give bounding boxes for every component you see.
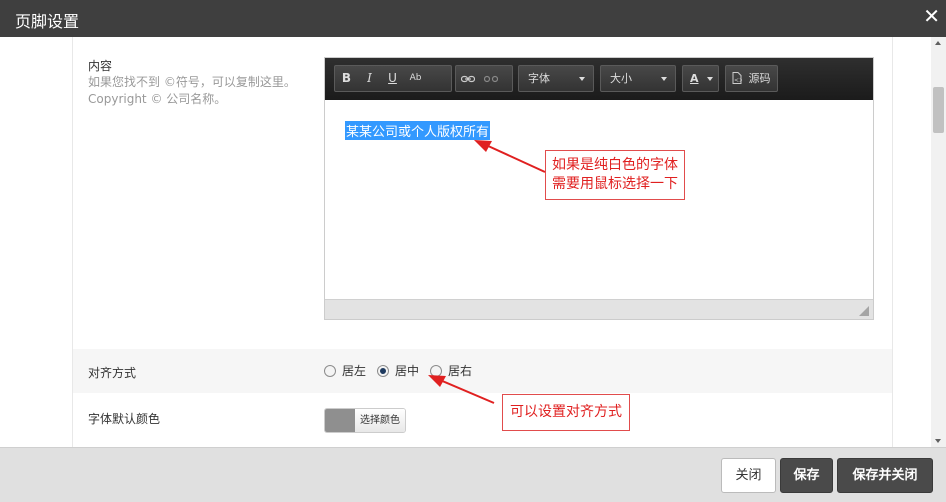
- editor-toolbar: B I U Ab 字体 大小 A <> 源码: [325, 58, 873, 100]
- font-size-label: 大小: [610, 72, 632, 85]
- resize-handle-icon[interactable]: [859, 306, 869, 316]
- dialog-titlebar: 页脚设置 ✕: [0, 0, 946, 37]
- align-annotation-callout: 可以设置对齐方式: [502, 394, 630, 431]
- font-color-label: 字体默认颜色: [88, 412, 161, 426]
- underline-button[interactable]: U: [381, 66, 404, 91]
- font-family-dropdown[interactable]: 字体: [518, 65, 594, 92]
- dialog-footer: 关闭 保存 保存并关闭: [0, 447, 946, 502]
- content-label: 内容: [88, 59, 113, 73]
- content-help-text: 如果您找不到 ©符号，可以复制这里。Copyright © 公司名称。: [88, 75, 296, 106]
- close-button[interactable]: 关闭: [721, 458, 776, 493]
- color-picker-label: 选择颜色: [355, 409, 405, 432]
- save-button[interactable]: 保存: [780, 458, 833, 493]
- link-group: [455, 65, 513, 92]
- chevron-down-icon: [707, 77, 713, 81]
- editor-statusbar: [325, 299, 873, 319]
- dialog-scrollbar[interactable]: [931, 37, 946, 447]
- font-size-dropdown[interactable]: 大小: [600, 65, 676, 92]
- strikethrough-button[interactable]: Ab: [404, 66, 427, 91]
- font-family-label: 字体: [528, 72, 550, 85]
- scrollbar-thumb[interactable]: [933, 87, 944, 133]
- align-annotation-text: 可以设置对齐方式: [510, 404, 622, 420]
- radio-icon: [324, 364, 336, 377]
- editor-selected-text[interactable]: 某某公司或个人版权所有: [345, 121, 491, 140]
- align-label: 对齐方式: [88, 366, 137, 380]
- source-button-label: 源码: [748, 72, 771, 85]
- close-icon[interactable]: ✕: [923, 5, 940, 27]
- radio-checked-icon: [377, 364, 390, 377]
- scroll-up-icon[interactable]: [935, 41, 941, 45]
- align-center-radio[interactable]: 居中: [377, 362, 419, 379]
- editor-annotation-line2: 需要用鼠标选择一下: [552, 176, 678, 192]
- text-color-dropdown[interactable]: A: [682, 65, 719, 92]
- radio-icon: [430, 364, 443, 377]
- chevron-down-icon: [661, 77, 667, 81]
- align-radio-group: 居左 居中 居右: [324, 362, 483, 379]
- save-and-close-button[interactable]: 保存并关闭: [837, 458, 933, 493]
- text-color-icon: A: [690, 72, 699, 85]
- dialog-title: 页脚设置: [15, 12, 80, 31]
- dialog-body: 内容 如果您找不到 ©符号，可以复制这里。Copyright © 公司名称。 B…: [0, 37, 946, 447]
- align-left-label: 居左: [342, 364, 367, 378]
- scroll-down-icon[interactable]: [935, 439, 941, 443]
- editor-annotation-line1: 如果是纯白色的字体: [552, 157, 678, 173]
- align-right-radio[interactable]: 居右: [430, 362, 472, 379]
- editor-annotation-callout: 如果是纯白色的字体 需要用鼠标选择一下: [545, 150, 685, 200]
- align-center-label: 居中: [395, 364, 420, 378]
- format-group: B I U Ab: [334, 65, 452, 92]
- color-swatch: [325, 409, 355, 432]
- source-button[interactable]: <> 源码: [725, 65, 778, 92]
- source-code-icon: <>: [732, 72, 744, 84]
- italic-button[interactable]: I: [358, 66, 381, 91]
- bold-button[interactable]: B: [335, 66, 358, 91]
- align-left-radio[interactable]: 居左: [324, 362, 366, 379]
- color-picker-button[interactable]: 选择颜色: [324, 408, 406, 433]
- svg-text:<>: <>: [734, 77, 742, 84]
- align-right-label: 居右: [448, 364, 473, 378]
- chevron-down-icon: [579, 77, 585, 81]
- link-icon[interactable]: [456, 66, 479, 91]
- unlink-icon[interactable]: [479, 66, 502, 91]
